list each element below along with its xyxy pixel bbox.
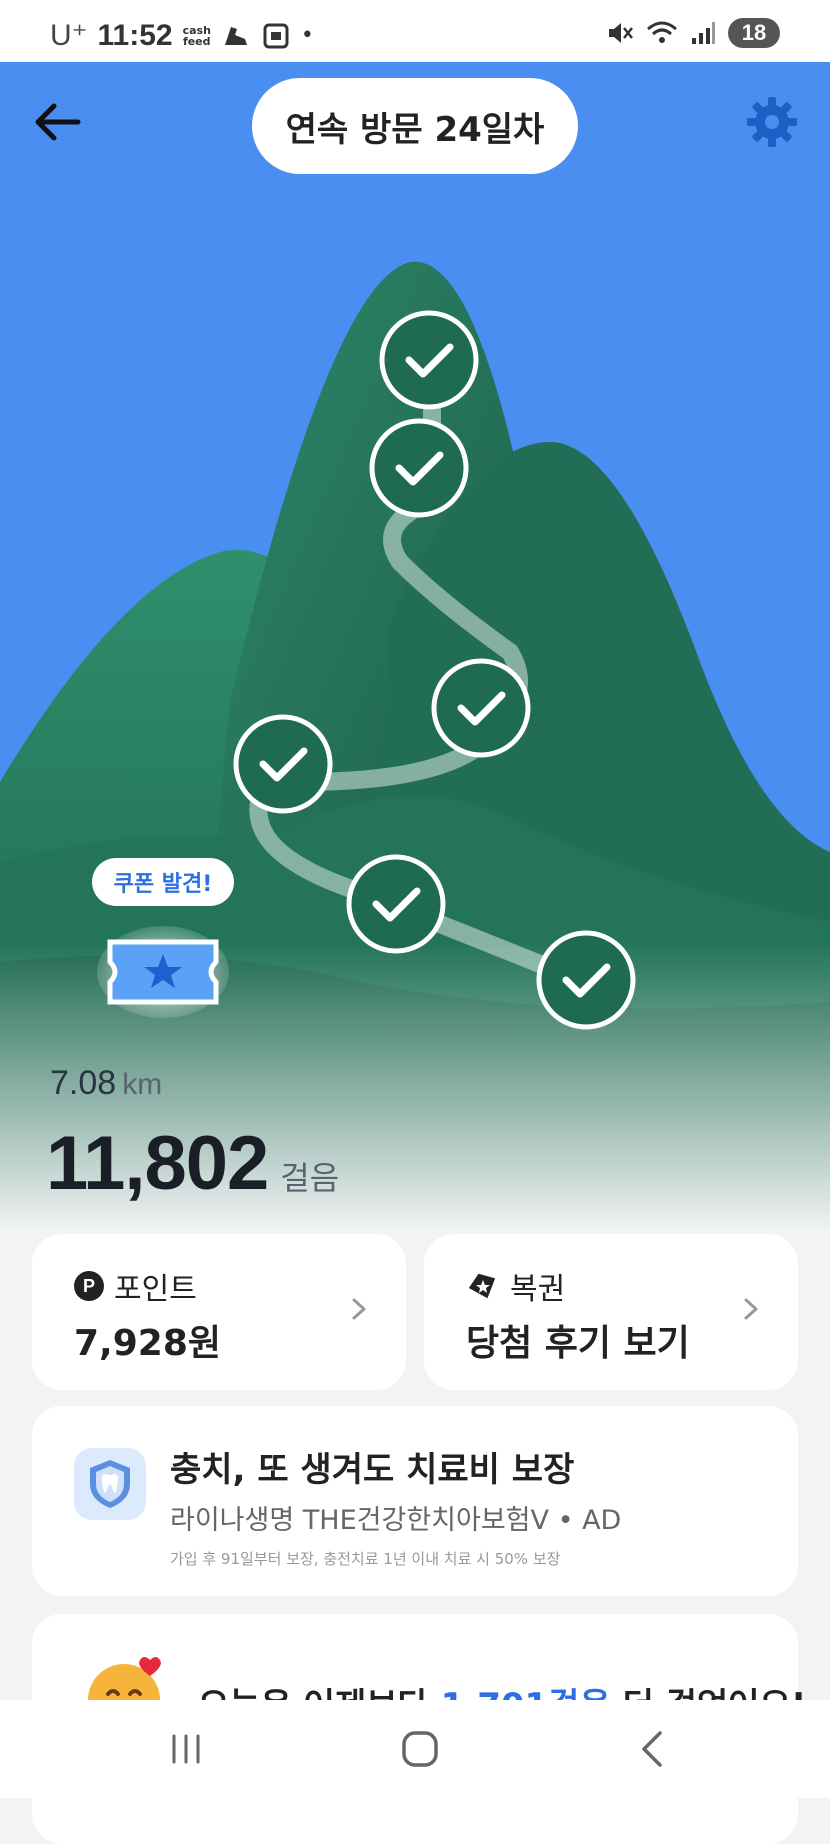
mute-icon — [609, 23, 633, 43]
ad-subtitle: 라이나생명 THE건강한치아보험V • AD — [170, 1505, 622, 1536]
clock: 11:52 — [97, 18, 173, 52]
lottery-card[interactable]: 복권 당첨 후기 보기 — [424, 1234, 798, 1390]
lottery-value: 당첨 후기 보기 — [466, 1323, 690, 1364]
visit-streak-title: 연속 방문 24일차 — [252, 78, 578, 174]
checkpoint-3 — [431, 658, 531, 758]
insurance-ad-card[interactable]: 충치, 또 생겨도 치료비 보장 라이나생명 THE건강한치아보험V • AD … — [32, 1406, 798, 1596]
distance-value: 7.08 — [50, 1064, 117, 1102]
tooth-shield-icon — [74, 1448, 146, 1520]
notification-dot: • — [300, 23, 314, 48]
checkpoint-1 — [379, 310, 479, 410]
screenshot-icon — [263, 23, 289, 48]
point-card-header: P 포인트 — [74, 1264, 197, 1308]
back-arrow-button[interactable] — [30, 94, 86, 150]
distance-readout: 7.08 km — [50, 1064, 162, 1103]
point-value: 7,928원 — [74, 1323, 221, 1364]
chevron-right-icon — [744, 1298, 758, 1320]
shoe-icon — [224, 26, 247, 45]
ad-title: 충치, 또 생겨도 치료비 보장 — [170, 1450, 575, 1490]
cashfeed-top: cash — [182, 23, 211, 37]
ticket-star-icon — [468, 1273, 496, 1299]
gear-icon[interactable] — [742, 92, 802, 152]
cashfeed-bottom: feed — [182, 34, 211, 48]
chevron-right-icon — [352, 1298, 366, 1320]
point-icon: P — [74, 1271, 104, 1301]
hero-section: 연속 방문 24일차 쿠폰 발견! 7.08 km 11,802 걸음 — [0, 62, 830, 1232]
checkpoint-4 — [233, 714, 333, 814]
carrier-label: U⁺ — [50, 19, 88, 52]
lottery-label: 복권 — [510, 1272, 566, 1307]
distance-unit: km — [122, 1068, 163, 1101]
home-icon[interactable] — [390, 1724, 450, 1774]
system-navigation-bar — [0, 1700, 830, 1798]
mountain-scene — [0, 261, 830, 1232]
coupon-found-tag[interactable]: 쿠폰 발견! — [92, 858, 234, 906]
steps-value: 11,802 — [46, 1121, 269, 1206]
cashfeed-icon: cash feed — [183, 25, 211, 47]
point-label: 포인트 — [114, 1272, 197, 1307]
checkpoint-5 — [346, 854, 446, 954]
recent-apps-icon[interactable] — [156, 1724, 216, 1774]
point-card[interactable]: P 포인트 7,928원 — [32, 1234, 406, 1390]
signal-icon — [692, 22, 715, 44]
status-bar: U⁺ 11:52 cash feed • 18 — [0, 0, 830, 62]
checkpoint-6 — [536, 930, 636, 1030]
wifi-icon — [647, 21, 677, 43]
lottery-card-header: 복권 — [466, 1264, 565, 1308]
coupon-ticket-icon[interactable] — [96, 924, 230, 1020]
ad-fine-print: 가입 후 91일부터 보장, 충전치료 1년 이내 치료 시 50% 보장 — [170, 1550, 561, 1568]
checkpoint-2 — [369, 418, 469, 518]
steps-readout: 11,802 걸음 — [46, 1120, 339, 1207]
back-icon[interactable] — [622, 1724, 682, 1774]
steps-unit: 걸음 — [280, 1159, 340, 1197]
battery-indicator: 18 — [728, 18, 780, 48]
